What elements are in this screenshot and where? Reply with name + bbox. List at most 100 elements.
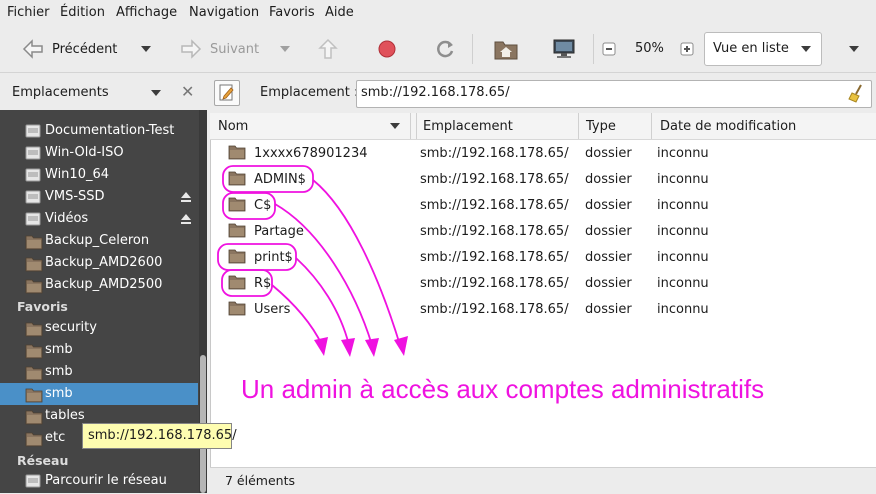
computer-button[interactable] [552, 32, 576, 66]
forward-history-dropdown[interactable] [280, 46, 290, 52]
forward-button[interactable]: Suivant [180, 32, 259, 66]
sidebar-device-item[interactable]: Backup_AMD2600 [0, 252, 198, 274]
sidebar-mode-dropdown[interactable] [151, 90, 161, 96]
folder-icon-wrap [228, 196, 246, 216]
folder-icon-wrap [228, 222, 246, 242]
column-location[interactable]: Emplacement [423, 119, 513, 134]
sidebar-item-label: Vidéos [45, 211, 89, 226]
folder-icon [25, 257, 43, 272]
clear-broom-icon[interactable] [847, 83, 867, 103]
file-name: ADMIN$ [254, 172, 306, 187]
file-row[interactable]: Users smb://192.168.178.65/dossier inconnu [210, 297, 876, 323]
tooltip-text: smb://192.168.178.65/ [88, 428, 237, 443]
sidebar-title: Emplacements [12, 85, 109, 100]
menu-navigation[interactable]: Navigation [189, 5, 259, 20]
drive-icon [25, 168, 41, 182]
view-mode-select[interactable]: Vue en liste [704, 32, 822, 66]
zoom-out-button[interactable] [602, 32, 616, 66]
sidebar-favorite-item[interactable]: smb [0, 361, 198, 383]
folder-icon [228, 145, 246, 160]
file-row[interactable]: ADMIN$ smb://192.168.178.65/dossier inconn… [210, 167, 876, 193]
sidebar-item-label: Documentation-Test [45, 123, 175, 138]
sidebar-device-item[interactable]: Documentation-Test [0, 120, 198, 142]
sidebar-favorite-item[interactable]: smb [0, 383, 198, 405]
network-icon-wrap [25, 474, 41, 492]
sidebar-header: Emplacements ✕ [0, 76, 207, 108]
tooltip: smb://192.168.178.65/ [82, 423, 237, 449]
home-button[interactable] [494, 32, 518, 66]
back-button[interactable]: Précédent [22, 32, 117, 66]
chevron-down-icon [801, 46, 811, 52]
drive-icon [25, 124, 41, 138]
file-modified: inconnu [657, 198, 709, 213]
folder-icon-wrap [25, 343, 43, 363]
folder-icon [228, 275, 246, 290]
menu-fichier[interactable]: Fichier [7, 5, 50, 20]
file-location: smb://192.168.178.65/ [420, 302, 569, 317]
sidebar-device-item[interactable]: Win10_64 [0, 164, 198, 186]
zoom-out-icon [602, 42, 616, 56]
sidebar-item-label: smb [45, 364, 73, 379]
sidebar-favorite-item[interactable]: smb [0, 339, 198, 361]
back-arrow-icon [22, 39, 43, 59]
file-row[interactable]: C$ smb://192.168.178.65/dossier inconnu [210, 193, 876, 219]
file-modified: inconnu [657, 172, 709, 187]
file-modified: inconnu [657, 276, 709, 291]
file-row[interactable]: R$ smb://192.168.178.65/dossier inconnu [210, 271, 876, 297]
file-type: dossier [585, 302, 632, 317]
folder-icon-wrap [25, 234, 43, 254]
pencil-icon [219, 84, 234, 101]
file-location: smb://192.168.178.65/ [420, 172, 569, 187]
sidebar-device-item[interactable]: Win-Old-ISO [0, 142, 198, 164]
item-count: 7 éléments [225, 473, 295, 488]
file-location: smb://192.168.178.65/ [420, 224, 569, 239]
eject-icon[interactable] [180, 191, 192, 203]
reload-button[interactable] [436, 32, 456, 66]
file-type: dossier [585, 250, 632, 265]
back-history-dropdown[interactable] [141, 46, 151, 52]
eject-icon[interactable] [180, 213, 192, 225]
file-location: smb://192.168.178.65/ [420, 276, 569, 291]
sidebar-clipped-item: · · · [45, 110, 64, 116]
stop-button[interactable] [377, 32, 397, 66]
zoom-in-button[interactable] [680, 32, 694, 66]
sort-arrow-icon [390, 123, 400, 129]
column-headers: Nom Emplacement Type Date de modificatio… [210, 113, 876, 140]
menu-aide[interactable]: Aide [325, 5, 354, 20]
eject-button[interactable] [180, 213, 192, 229]
menu-affichage[interactable]: Affichage [116, 5, 177, 20]
location-input[interactable]: smb://192.168.178.65/ [356, 80, 872, 108]
sidebar-network-item[interactable]: Parcourir le réseau [0, 470, 198, 492]
zoom-level: 50% [635, 41, 664, 56]
file-location: smb://192.168.178.65/ [420, 250, 569, 265]
edit-location-button[interactable] [214, 80, 240, 106]
column-type[interactable]: Type [586, 119, 616, 134]
folder-icon [228, 301, 246, 316]
file-modified: inconnu [657, 224, 709, 239]
forward-arrow-icon [181, 39, 202, 59]
folder-icon-wrap [25, 365, 43, 385]
column-modified[interactable]: Date de modification [660, 119, 796, 134]
folder-icon [25, 279, 43, 294]
folder-icon-wrap [25, 387, 43, 407]
sidebar-device-item[interactable]: Backup_AMD2500 [0, 274, 198, 296]
file-row[interactable]: 1xxxx678901234 smb://192.168.178.65/dossi… [210, 141, 876, 167]
column-name[interactable]: Nom [218, 119, 248, 134]
close-icon[interactable]: ✕ [181, 82, 194, 101]
toolbar-overflow-menu[interactable] [849, 46, 859, 52]
sidebar-favorite-item[interactable]: security [0, 317, 198, 339]
file-row[interactable]: print$ smb://192.168.178.65/dossier inconn… [210, 245, 876, 271]
folder-icon-wrap [25, 321, 43, 341]
sidebar-device-item[interactable]: VMS-SSD [0, 186, 198, 208]
folder-icon [25, 344, 43, 359]
eject-button[interactable] [180, 191, 192, 207]
sidebar-device-item[interactable]: Backup_Celeron [0, 230, 198, 252]
computer-icon [553, 39, 575, 58]
back-label: Précédent [52, 41, 118, 57]
menu-favoris[interactable]: Favoris [269, 5, 315, 20]
parent-folder-button[interactable] [318, 32, 338, 66]
folder-icon-wrap [25, 256, 43, 276]
menu-edition[interactable]: Édition [60, 5, 105, 20]
sidebar-device-item[interactable]: Vidéos [0, 208, 198, 230]
file-row[interactable]: Partage smb://192.168.178.65/dossier incon… [210, 219, 876, 245]
